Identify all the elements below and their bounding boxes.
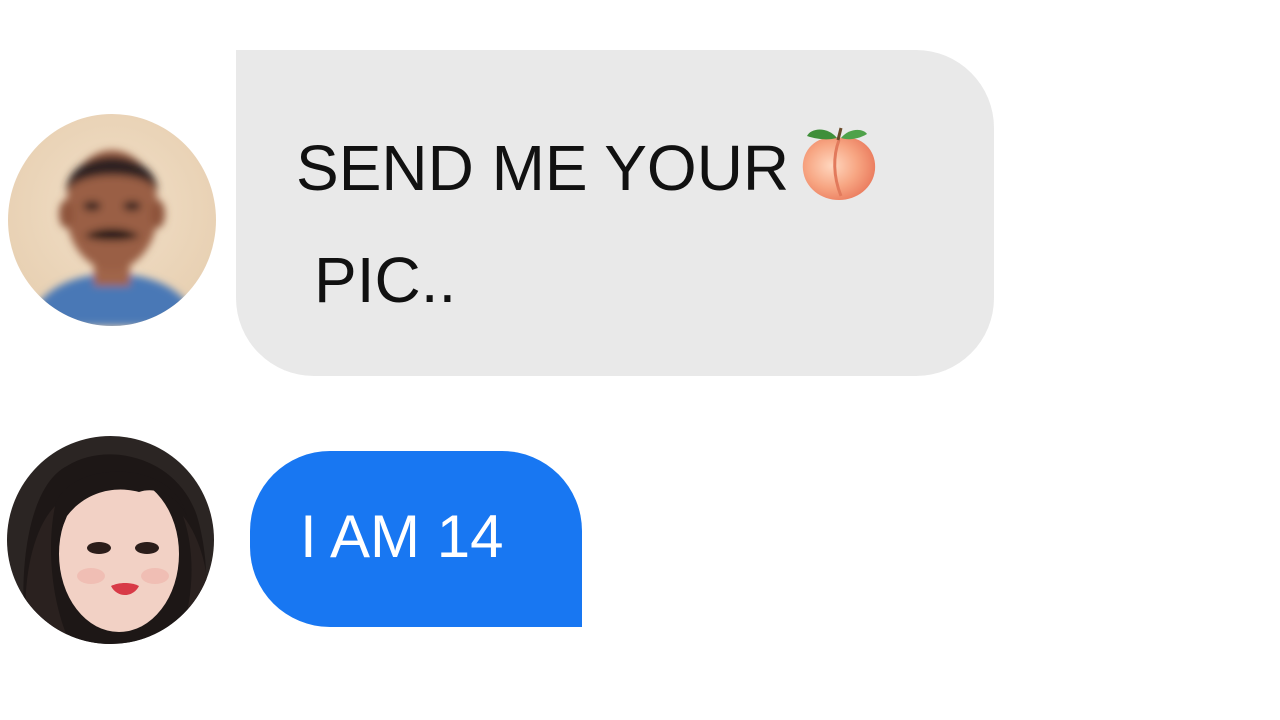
girl-photo — [7, 436, 214, 644]
chat-thread: SEND ME YOUR PIC.. I AM 14 — [0, 0, 1280, 720]
recipient-avatar[interactable] — [7, 436, 214, 644]
blurred-man-photo — [8, 114, 216, 326]
outgoing-message-bubble[interactable]: I AM 14 — [250, 451, 582, 627]
peach-icon — [797, 122, 881, 202]
message-text: SEND ME YOUR — [296, 132, 790, 204]
incoming-message-bubble[interactable]: SEND ME YOUR PIC.. — [236, 50, 994, 376]
message-line-1: SEND ME YOUR — [296, 122, 881, 202]
message-line-2: PIC.. — [314, 244, 457, 316]
sender-avatar[interactable] — [8, 114, 216, 326]
message-text: I AM 14 — [300, 503, 504, 570]
